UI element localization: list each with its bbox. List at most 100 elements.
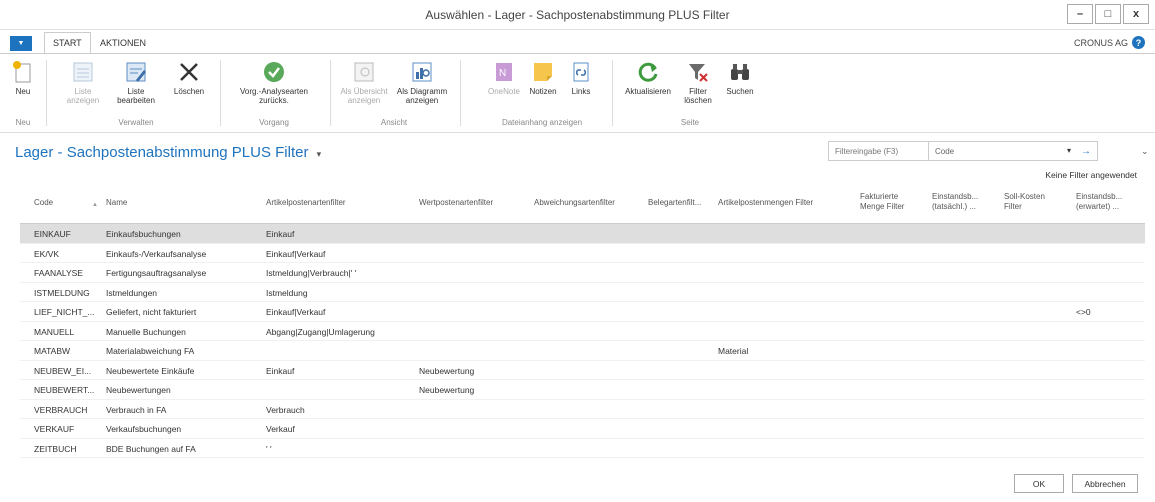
col-header-wertpostenartenfilter[interactable]: Wertpostenartenfilter (419, 198, 493, 208)
group-label-ansicht: Ansicht (380, 118, 408, 127)
company-name: CRONUS AG (1073, 37, 1128, 48)
cell-name: Istmeldungen (106, 287, 158, 298)
filter-loeschen-button[interactable]: Filter löschen (680, 60, 716, 105)
dropdown-icon: ▾ (1066, 146, 1071, 155)
table-row[interactable]: VERKAUF Verkaufsbuchungen Verkauf (20, 419, 1145, 439)
tab-aktionen[interactable]: AKTIONEN (92, 32, 154, 54)
cell-name: Neubewertungen (106, 385, 171, 395)
cell-code: NEUBEW_EI... (34, 365, 92, 376)
cell-artikel: Einkauf|Verkauf (266, 248, 326, 259)
als-diagramm-button[interactable]: Als Diagramm anzeigen (394, 60, 450, 105)
col-header-abweichungsartenfilter[interactable]: Abweichungsartenfilter (534, 198, 615, 208)
grid-header: Code ▲ Name Artikelpostenartenfilter Wer… (20, 186, 1145, 224)
refresh-icon (636, 60, 660, 84)
new-document-icon (11, 60, 35, 84)
group-label-neu: Neu (15, 118, 31, 127)
ribbon-tabs: ▼ START AKTIONEN CRONUS AG ? (0, 32, 1155, 54)
cell-artikel: Istmeldung (266, 287, 308, 298)
col-header-code[interactable]: Code (34, 198, 53, 208)
close-button[interactable]: x (1123, 4, 1149, 24)
liste-anzeigen-button[interactable]: Liste anzeigen (60, 60, 106, 105)
filter-field-select[interactable]: Code ▾ (929, 142, 1075, 160)
cell-wert: Neubewertung (419, 385, 475, 395)
link-icon (569, 60, 593, 84)
table-row[interactable]: LIEF_NICHT_... Geliefert, nicht fakturier… (20, 302, 1145, 322)
liste-bearbeiten-button[interactable]: Liste bearbeiten (110, 60, 162, 105)
chart-view-icon (410, 60, 434, 84)
maximize-button[interactable]: □ (1095, 4, 1121, 24)
cell-artikel: Einkauf|Verkauf (266, 307, 326, 317)
grid-rows: EINKAUF Einkaufsbuchungen Einkauf EK/VK Eink… (20, 224, 1145, 458)
cell-artikel: Abgang|Zugang|Umlagerung (266, 326, 375, 337)
list-view-icon (71, 60, 95, 84)
clear-filter-icon (686, 60, 710, 84)
cell-name: Einkaufs-/Verkaufsanalyse (106, 248, 207, 259)
cell-artikel: Einkauf (266, 365, 295, 376)
suchen-button[interactable]: Suchen (720, 60, 760, 96)
neu-button[interactable]: Neu (6, 60, 40, 96)
table-row[interactable]: NEUBEWERT... Neubewertungen Neubewertung (20, 380, 1145, 400)
cell-code: ISTMELDUNG (34, 287, 90, 298)
links-button[interactable]: Links (564, 60, 598, 96)
sort-asc-icon: ▲ (92, 202, 98, 208)
data-grid: Code ▲ Name Artikelpostenartenfilter Wer… (20, 186, 1145, 458)
cell-code: EK/VK (34, 248, 60, 259)
table-row[interactable]: ISTMELDUNG Istmeldungen Istmeldung (20, 283, 1145, 302)
cell-name: Verkaufsbuchungen (106, 424, 182, 434)
col-header-name[interactable]: Name (106, 198, 127, 208)
expand-chevron-icon[interactable]: ⌄ (1141, 146, 1149, 157)
cell-name: Fertigungsauftragsanalyse (106, 268, 207, 278)
table-row[interactable]: MANUELL Manuelle Buchungen Abgang|Zugang|U… (20, 322, 1145, 341)
overview-icon (352, 60, 376, 84)
notes-icon (531, 60, 555, 84)
cell-artikel: Einkauf (266, 229, 295, 239)
help-icon[interactable]: ? (1132, 36, 1145, 49)
minimize-button[interactable]: – (1067, 4, 1093, 24)
table-row[interactable]: NEUBEW_EI... Neubewertete Einkäufe Einkauf… (20, 361, 1145, 380)
col-header-fakturierte-menge-filter[interactable]: Fakturierte Menge Filter (860, 192, 920, 212)
cell-artikel: Verbrauch (266, 404, 305, 415)
cell-einst2: <>0 (1076, 307, 1091, 317)
app-menu-button[interactable]: ▼ (10, 36, 32, 51)
onenote-icon: N (492, 60, 516, 84)
table-row[interactable]: VERBRAUCH Verbrauch in FA Verbrauch (20, 400, 1145, 419)
delete-icon (177, 60, 201, 84)
onenote-button[interactable]: N OneNote (486, 60, 522, 96)
cell-code: FAANALYSE (34, 268, 83, 278)
cell-code: ZEITBUCH (34, 443, 77, 454)
cell-code: NEUBEWERT... (34, 385, 95, 395)
page-title-caret-icon[interactable]: ▾ (317, 149, 322, 159)
filter-input[interactable]: Filtereingabe (F3) (829, 142, 929, 160)
notizen-button[interactable]: Notizen (524, 60, 562, 96)
col-header-artikelpostenartenfilter[interactable]: Artikelpostenartenfilter (266, 198, 346, 208)
loeschen-button[interactable]: Löschen (166, 60, 212, 96)
aktualisieren-button[interactable]: Aktualisieren (620, 60, 676, 96)
col-header-einstandsbetrag-tatsaechl[interactable]: Einstandsb... (tatsächl.) ... (932, 192, 994, 212)
tab-start[interactable]: START (44, 32, 91, 54)
group-label-vorgang: Vorgang (259, 118, 289, 127)
vorg-analysearten-reset-button[interactable]: Vorg.-Analysearten zurücks. (226, 60, 322, 105)
table-row[interactable]: FAANALYSE Fertigungsauftragsanalyse Istmel… (20, 263, 1145, 283)
table-row[interactable]: EK/VK Einkaufs-/Verkaufsanalyse Einkauf|Ve… (20, 244, 1145, 263)
cancel-button[interactable]: Abbrechen (1072, 474, 1138, 493)
cell-code: VERBRAUCH (34, 404, 88, 415)
als-uebersicht-button[interactable]: Als Übersicht anzeigen (338, 60, 390, 105)
table-row[interactable]: ZEITBUCH BDE Buchungen auf FA ' ' (20, 439, 1145, 458)
cell-artikel: Istmeldung|Verbrauch|' ' (266, 268, 357, 278)
cell-name: Neubewertete Einkäufe (106, 365, 195, 376)
col-header-einstandsbetrag-erwartet[interactable]: Einstandsb... (erwartet) ... (1076, 192, 1138, 212)
ok-button[interactable]: OK (1014, 474, 1064, 493)
cell-name: Materialabweichung FA (106, 346, 195, 356)
cell-code: MANUELL (34, 326, 75, 337)
col-header-soll-kosten-filter[interactable]: Soll-Kosten Filter (1004, 192, 1050, 212)
title-bar: Auswählen - Lager - Sachpostenabstimmung… (0, 0, 1155, 30)
col-header-belegartenfilter[interactable]: Belegartenfilt... (648, 198, 701, 208)
table-row[interactable]: MATABW Materialabweichung FA Material (20, 341, 1145, 361)
col-header-artikelpostenmengen-filter[interactable]: Artikelpostenmengen Filter (718, 198, 813, 208)
page-title: Lager - Sachpostenabstimmung PLUS Filter… (15, 144, 322, 161)
group-label-verwalten: Verwalten (118, 118, 154, 127)
filter-status: Keine Filter angewendet (1045, 170, 1137, 180)
cell-code: EINKAUF (34, 229, 71, 239)
filter-go-icon[interactable]: → (1075, 142, 1097, 160)
table-row[interactable]: EINKAUF Einkaufsbuchungen Einkauf (20, 224, 1145, 244)
